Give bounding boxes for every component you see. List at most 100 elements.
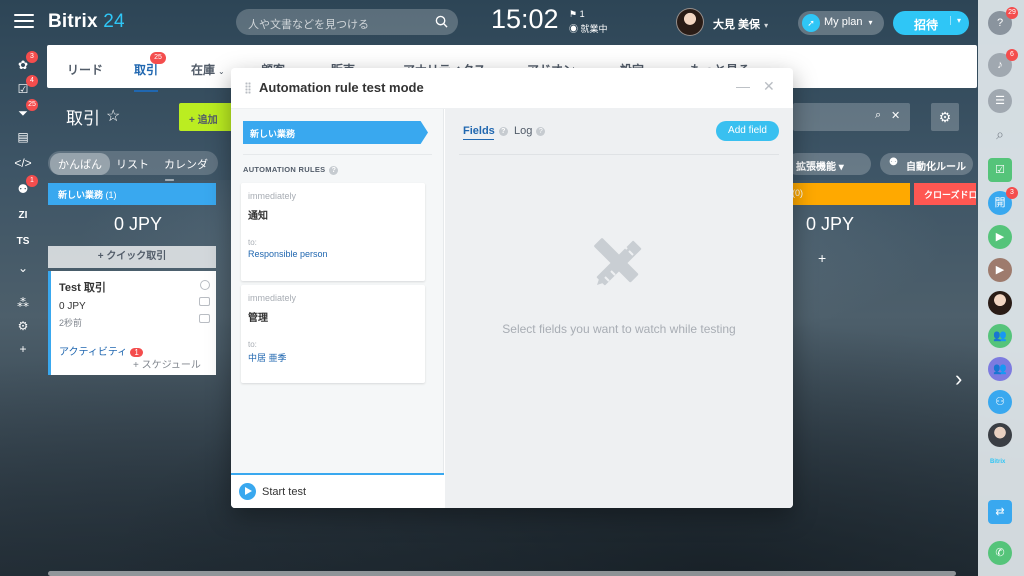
modal-title: Automation rule test mode: [259, 80, 424, 95]
nav-item-inventory[interactable]: 在庫 ⌄: [191, 61, 225, 78]
tab-list[interactable]: リスト: [116, 156, 149, 172]
robot-icon[interactable]: ⚉ 1: [14, 175, 38, 198]
robot-icon: ⚉: [889, 157, 898, 168]
tab-fields[interactable]: Fields?: [463, 125, 508, 140]
crm-filter-input[interactable]: ⌕ ✕: [793, 103, 910, 131]
transfer-icon[interactable]: ⇄: [988, 500, 1012, 524]
help-icon[interactable]: ?: [536, 126, 546, 136]
sidebar-item-zi[interactable]: ZI: [14, 207, 32, 225]
rule-recipient[interactable]: Responsible person: [248, 249, 425, 259]
gear-icon[interactable]: ⚙: [931, 103, 959, 131]
rule-name: 管理: [248, 313, 268, 324]
rule-trigger: immediately: [248, 191, 297, 201]
clear-icon[interactable]: ✕: [891, 109, 900, 122]
bell-icon[interactable]: ♪ 6: [988, 49, 1018, 77]
deal-title[interactable]: Test 取引: [59, 279, 216, 295]
horizontal-scrollbar[interactable]: [48, 571, 956, 576]
user-clock-icon[interactable]: ⚇: [988, 390, 1012, 414]
count-badge: 3: [1006, 187, 1018, 199]
crm-icon[interactable]: ⏷ 25: [14, 99, 38, 122]
phone-icon[interactable]: ✆: [988, 541, 1012, 565]
contact-avatar[interactable]: [988, 291, 1012, 315]
drag-handle-icon[interactable]: [245, 82, 251, 94]
rocket-icon: ➚: [802, 14, 820, 32]
my-plan-button[interactable]: ➚ My plan ▾: [798, 11, 884, 35]
rule-to-label: to:: [248, 340, 257, 349]
chevron-down-icon: ▾: [838, 162, 844, 173]
open-channel-icon[interactable]: 開3: [988, 187, 1018, 215]
activity-stream-icon[interactable]: ✿ 3: [14, 51, 38, 74]
deal-amount: 0 JPY: [59, 301, 86, 312]
settings-icon[interactable]: ⚙: [14, 317, 32, 335]
work-day-status[interactable]: ⚑ 1 ◉ 就業中: [569, 7, 608, 37]
contact-avatar[interactable]: [988, 423, 1012, 447]
sidebar-item-ts[interactable]: TS: [14, 233, 32, 251]
column-header-closed-lost[interactable]: クローズドロスト: [914, 183, 976, 205]
messages-icon[interactable]: ☰: [988, 89, 1012, 113]
count-badge: 29: [1006, 7, 1018, 19]
minimize-icon[interactable]: —: [736, 78, 750, 96]
sitemap-icon[interactable]: ⁂: [14, 294, 32, 312]
modal-header: Automation rule test mode — ✕: [231, 68, 793, 109]
clock[interactable]: 15:02: [491, 4, 559, 35]
stage-chip[interactable]: 新しい業務: [243, 121, 428, 144]
phone-icon[interactable]: [200, 280, 210, 290]
more-icon[interactable]: ⌄: [14, 259, 32, 277]
add-icon[interactable]: +: [14, 340, 32, 358]
chevron-down-icon: ⌄: [218, 67, 225, 76]
view-switcher: かんばん リスト カレンダー: [48, 151, 218, 187]
add-icon[interactable]: +: [818, 250, 826, 266]
rule-to-label: to:: [248, 238, 257, 247]
group-icon[interactable]: 👥: [988, 357, 1012, 381]
rule-name: 通知: [248, 211, 268, 222]
tab-log[interactable]: Log?: [514, 125, 546, 137]
close-icon[interactable]: ✕: [763, 78, 777, 96]
mail-icon[interactable]: [199, 297, 210, 306]
invite-button[interactable]: 招待 ▾: [893, 11, 969, 35]
page-title: 取引: [66, 109, 100, 128]
flag-icon: ⚑: [569, 9, 578, 19]
star-icon[interactable]: ☆: [106, 106, 120, 126]
column-sum: 0 JPY: [806, 214, 855, 234]
automation-test-modal: Automation rule test mode — ✕ 新しい業務 AUTO…: [231, 68, 793, 508]
deal-time: 2秒前: [59, 318, 83, 328]
help-icon[interactable]: ? 29: [988, 7, 1018, 35]
deal-card[interactable]: Test 取引 0 JPY 2秒前 アクティビティ 1 + スケジュール: [48, 271, 216, 375]
rule-card[interactable]: immediately 通知 to: Responsible person: [241, 183, 425, 281]
menu-icon[interactable]: [14, 14, 34, 30]
tab-kanban[interactable]: かんばん: [50, 153, 110, 175]
video-icon[interactable]: ▶: [988, 225, 1012, 249]
developer-icon[interactable]: </>: [14, 154, 32, 172]
help-icon[interactable]: ?: [498, 126, 508, 136]
count-badge: 3: [26, 51, 38, 63]
schedule-link[interactable]: + スケジュール: [133, 356, 201, 371]
chat-icon[interactable]: [199, 314, 210, 323]
add-field-button[interactable]: Add field: [716, 121, 779, 141]
search-icon: ⌕: [875, 109, 882, 121]
logo[interactable]: Bitrix 24: [48, 11, 125, 33]
nav-item-leads[interactable]: リード: [67, 61, 103, 78]
automation-rules-button[interactable]: ⚉ 自動化ルール: [880, 153, 973, 175]
start-test-button[interactable]: Start test: [231, 473, 444, 508]
contact-center-icon[interactable]: ▤: [14, 128, 32, 146]
column-header-new[interactable]: 新しい業務 (1): [48, 183, 216, 205]
quick-deal-button[interactable]: + クイック取引: [48, 246, 216, 268]
user-menu[interactable]: 大見 美保 ▾: [713, 16, 768, 32]
chevron-right-icon[interactable]: ›: [955, 366, 962, 392]
tasks-icon[interactable]: ☑: [988, 158, 1012, 182]
rule-recipient[interactable]: 中居 亜季: [248, 351, 425, 364]
count-badge: 1: [26, 175, 38, 187]
activity-link[interactable]: アクティビティ 1: [59, 343, 143, 358]
global-search-input[interactable]: 人や文書などを見つける: [236, 9, 458, 35]
group-icon[interactable]: 👥: [988, 324, 1012, 348]
tasks-icon[interactable]: ☑ 4: [14, 75, 38, 98]
right-sidebar: ? 29 ♪ 6 ☰ ⌕ ☑ 開3 ▶ ▶ 👥 👥 ⚇ Bitrix ⇄ ✆: [978, 0, 1024, 576]
rule-card[interactable]: immediately 管理 to: 中居 亜季: [241, 285, 425, 383]
rules-label: AUTOMATION RULES?: [243, 165, 339, 175]
extensions-button[interactable]: 拡張機能 ▾: [786, 153, 871, 175]
video-call-icon[interactable]: ▶: [988, 258, 1012, 282]
user-avatar[interactable]: [676, 8, 704, 36]
add-deal-button[interactable]: + 追加: [179, 103, 233, 131]
help-icon[interactable]: ?: [329, 165, 339, 175]
search-icon[interactable]: ⌕: [988, 122, 1012, 146]
